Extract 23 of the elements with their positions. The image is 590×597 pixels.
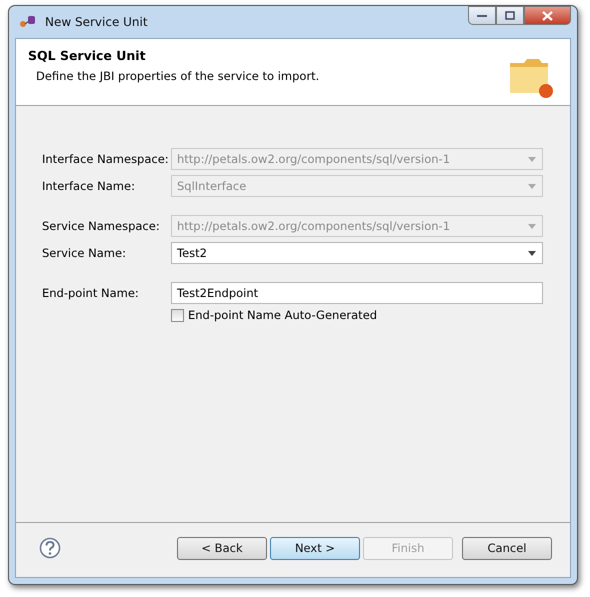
input-field[interactable]: Test2Endpoint — [171, 282, 543, 304]
window-title: New Service Unit — [45, 15, 148, 29]
dialog-button[interactable]: < Back — [177, 536, 267, 560]
checkbox[interactable] — [171, 308, 184, 322]
page-title: SQL Service Unit — [28, 48, 147, 63]
combo-box[interactable]: Test2 — [171, 242, 543, 264]
dialog-button[interactable]: Next > — [270, 536, 360, 560]
checkbox-label[interactable]: End-point Name Auto-Generated — [188, 308, 378, 322]
page-description: Define the JBI properties of the service to import. — [36, 69, 320, 83]
field-label: End-point Name: — [42, 285, 140, 300]
minimize-button[interactable] — [468, 6, 496, 25]
close-icon — [542, 10, 553, 20]
field-label: Interface Name: — [42, 178, 136, 193]
minimize-icon — [477, 14, 487, 18]
help-icon[interactable] — [39, 537, 61, 559]
close-button[interactable] — [524, 6, 571, 25]
field-label: Service Namespace: — [42, 218, 161, 233]
field-label: Service Name: — [42, 245, 127, 260]
field-label: Interface Namespace: — [42, 151, 170, 166]
app-icon — [19, 14, 37, 30]
maximize-button[interactable] — [496, 6, 524, 25]
dialog-button[interactable]: Cancel — [462, 536, 552, 560]
maximize-icon — [505, 11, 515, 20]
